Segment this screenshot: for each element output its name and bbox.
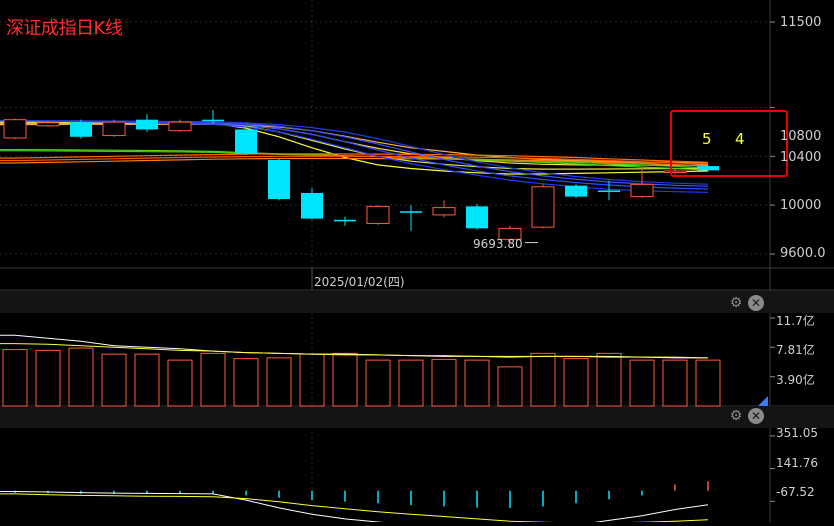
candle-body (102, 121, 126, 137)
candle (565, 184, 587, 198)
volume-bar (497, 366, 523, 407)
candle-body (531, 186, 555, 228)
low-price-label: 9693.80 (473, 237, 523, 251)
volume-bar (398, 359, 424, 407)
gridlines (0, 0, 770, 522)
candle-body (697, 166, 719, 171)
resize-corner-icon (758, 396, 768, 406)
annotation-right: 4 (735, 130, 745, 148)
macd-tick: 351.05 (776, 426, 818, 440)
volume-ma-line (0, 343, 709, 359)
volume-bar (266, 357, 292, 407)
candle-body (400, 211, 422, 213)
candle (268, 158, 290, 201)
volume-bar (530, 352, 556, 407)
volume-tick: 7.81亿 (776, 343, 815, 357)
candle-body (598, 190, 620, 193)
volume-tick: 11.7亿 (776, 314, 815, 328)
volume-bar (332, 352, 358, 407)
volume-bar (233, 358, 259, 407)
price-tick: 11500 (780, 15, 822, 30)
macd-line (0, 493, 709, 524)
annotation-left: 5 (702, 130, 712, 148)
volume-bar (2, 349, 28, 407)
price-tick: 10800 (780, 129, 822, 144)
volume-bar (695, 359, 721, 407)
candle (598, 180, 620, 201)
price-tick: 9600.0 (780, 246, 826, 261)
candle-body (235, 129, 257, 154)
volume-bar (563, 358, 589, 407)
candle-body (334, 219, 356, 222)
volume-bar (68, 347, 94, 407)
volume-bar (431, 358, 457, 407)
candle (70, 119, 92, 139)
candle-body (36, 122, 60, 127)
candle-body (466, 206, 488, 229)
volume-bar (167, 359, 193, 407)
macd-bars (14, 481, 709, 508)
candle (102, 119, 126, 137)
volume-bar (365, 359, 391, 407)
candle-body (630, 183, 654, 198)
volume-bar (662, 359, 688, 407)
candle (301, 188, 323, 220)
candle-body (70, 122, 92, 137)
price-tick: 10400 (780, 150, 822, 165)
candle-body (268, 159, 290, 200)
candle (466, 203, 488, 230)
volume-bar (134, 353, 160, 407)
candle (400, 205, 422, 231)
candle (235, 127, 257, 156)
chart-title: 深证成指日K线 (6, 18, 123, 39)
candle-body (3, 119, 27, 139)
volume-header-bar (0, 291, 834, 313)
macd-tick: 141.76 (776, 456, 818, 470)
volume-bar (200, 352, 226, 407)
volume-bar (101, 353, 127, 407)
volume-tick: 3.90亿 (776, 373, 815, 387)
candle (432, 200, 456, 218)
chart-stage: 深证成指日K线 11500 10800 10400 10000 9600.0 2… (0, 0, 834, 526)
candle-body (565, 185, 587, 197)
macd-settings-gear-icon[interactable]: ⚙ (728, 408, 744, 424)
candle-body (366, 205, 390, 224)
candle-body (202, 119, 224, 122)
price-tick: 10000 (780, 198, 822, 213)
candles (3, 109, 719, 243)
candle (366, 205, 390, 225)
candle-body (301, 192, 323, 219)
candle (531, 184, 555, 229)
volume-close-icon[interactable]: ✕ (748, 295, 764, 311)
macd-close-icon[interactable]: ✕ (748, 408, 764, 424)
macd-tick: -67.52 (776, 485, 815, 499)
candle-body (432, 207, 456, 216)
volume-bar (629, 359, 655, 407)
candle-body (136, 119, 158, 130)
candle (136, 114, 158, 132)
date-label: 2025/01/02(四) (314, 275, 405, 289)
kline-chart[interactable] (0, 0, 834, 526)
macd-header-bar (0, 406, 834, 428)
candle-body (663, 170, 687, 173)
volume-settings-gear-icon[interactable]: ⚙ (728, 295, 744, 311)
candle-body (168, 121, 192, 132)
volume-bar (464, 359, 490, 407)
candle (334, 216, 356, 226)
volume-bar (596, 352, 622, 407)
candle (3, 118, 27, 140)
volume-bar (35, 349, 61, 407)
